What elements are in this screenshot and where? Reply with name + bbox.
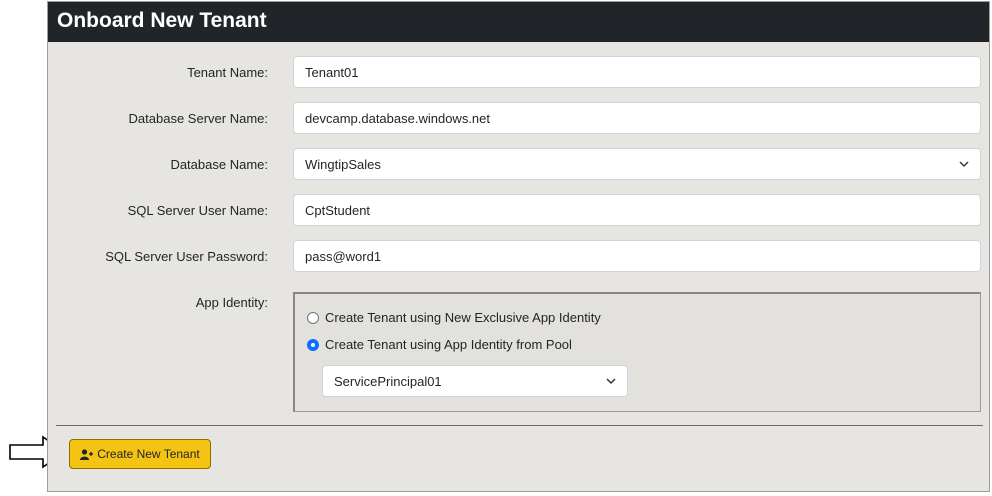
db-server-label: Database Server Name:	[128, 111, 268, 126]
db-name-select[interactable]: WingtipSales	[293, 148, 981, 180]
pool-identity-select[interactable]: ServicePrincipal01	[322, 365, 628, 397]
app-identity-group: Create Tenant using New Exclusive App Id…	[293, 292, 981, 412]
pool-identity-value: ServicePrincipal01	[334, 373, 442, 389]
radio-label: Create Tenant using App Identity from Po…	[325, 337, 572, 352]
radio-checked-icon[interactable]	[307, 338, 319, 351]
db-name-label: Database Name:	[170, 157, 268, 172]
sql-password-field[interactable]	[293, 240, 981, 272]
chevron-down-icon	[606, 378, 616, 385]
panel-title: Onboard New Tenant	[57, 9, 267, 32]
sql-user-label: SQL Server User Name:	[127, 203, 268, 218]
tenant-name-label: Tenant Name:	[187, 65, 268, 80]
app-identity-label: App Identity:	[195, 295, 268, 310]
sql-password-label: SQL Server User Password:	[105, 249, 268, 264]
tenant-name-field[interactable]	[293, 56, 981, 88]
radio-new-exclusive-identity[interactable]: Create Tenant using New Exclusive App Id…	[307, 310, 601, 325]
divider	[56, 425, 983, 426]
radio-label: Create Tenant using New Exclusive App Id…	[325, 310, 601, 325]
create-new-tenant-button[interactable]: Create New Tenant	[69, 439, 211, 469]
db-name-value: WingtipSales	[305, 156, 381, 172]
radio-identity-from-pool[interactable]: Create Tenant using App Identity from Po…	[307, 337, 572, 352]
create-button-label: Create New Tenant	[97, 447, 200, 461]
panel-header: Onboard New Tenant	[48, 2, 989, 42]
radio-unchecked-icon[interactable]	[307, 311, 319, 324]
sql-user-field[interactable]	[293, 194, 981, 226]
chevron-down-icon	[959, 161, 969, 168]
db-server-field[interactable]	[293, 102, 981, 134]
user-plus-icon	[80, 448, 94, 460]
onboard-tenant-panel: Onboard New Tenant Tenant Name: Database…	[47, 1, 990, 492]
